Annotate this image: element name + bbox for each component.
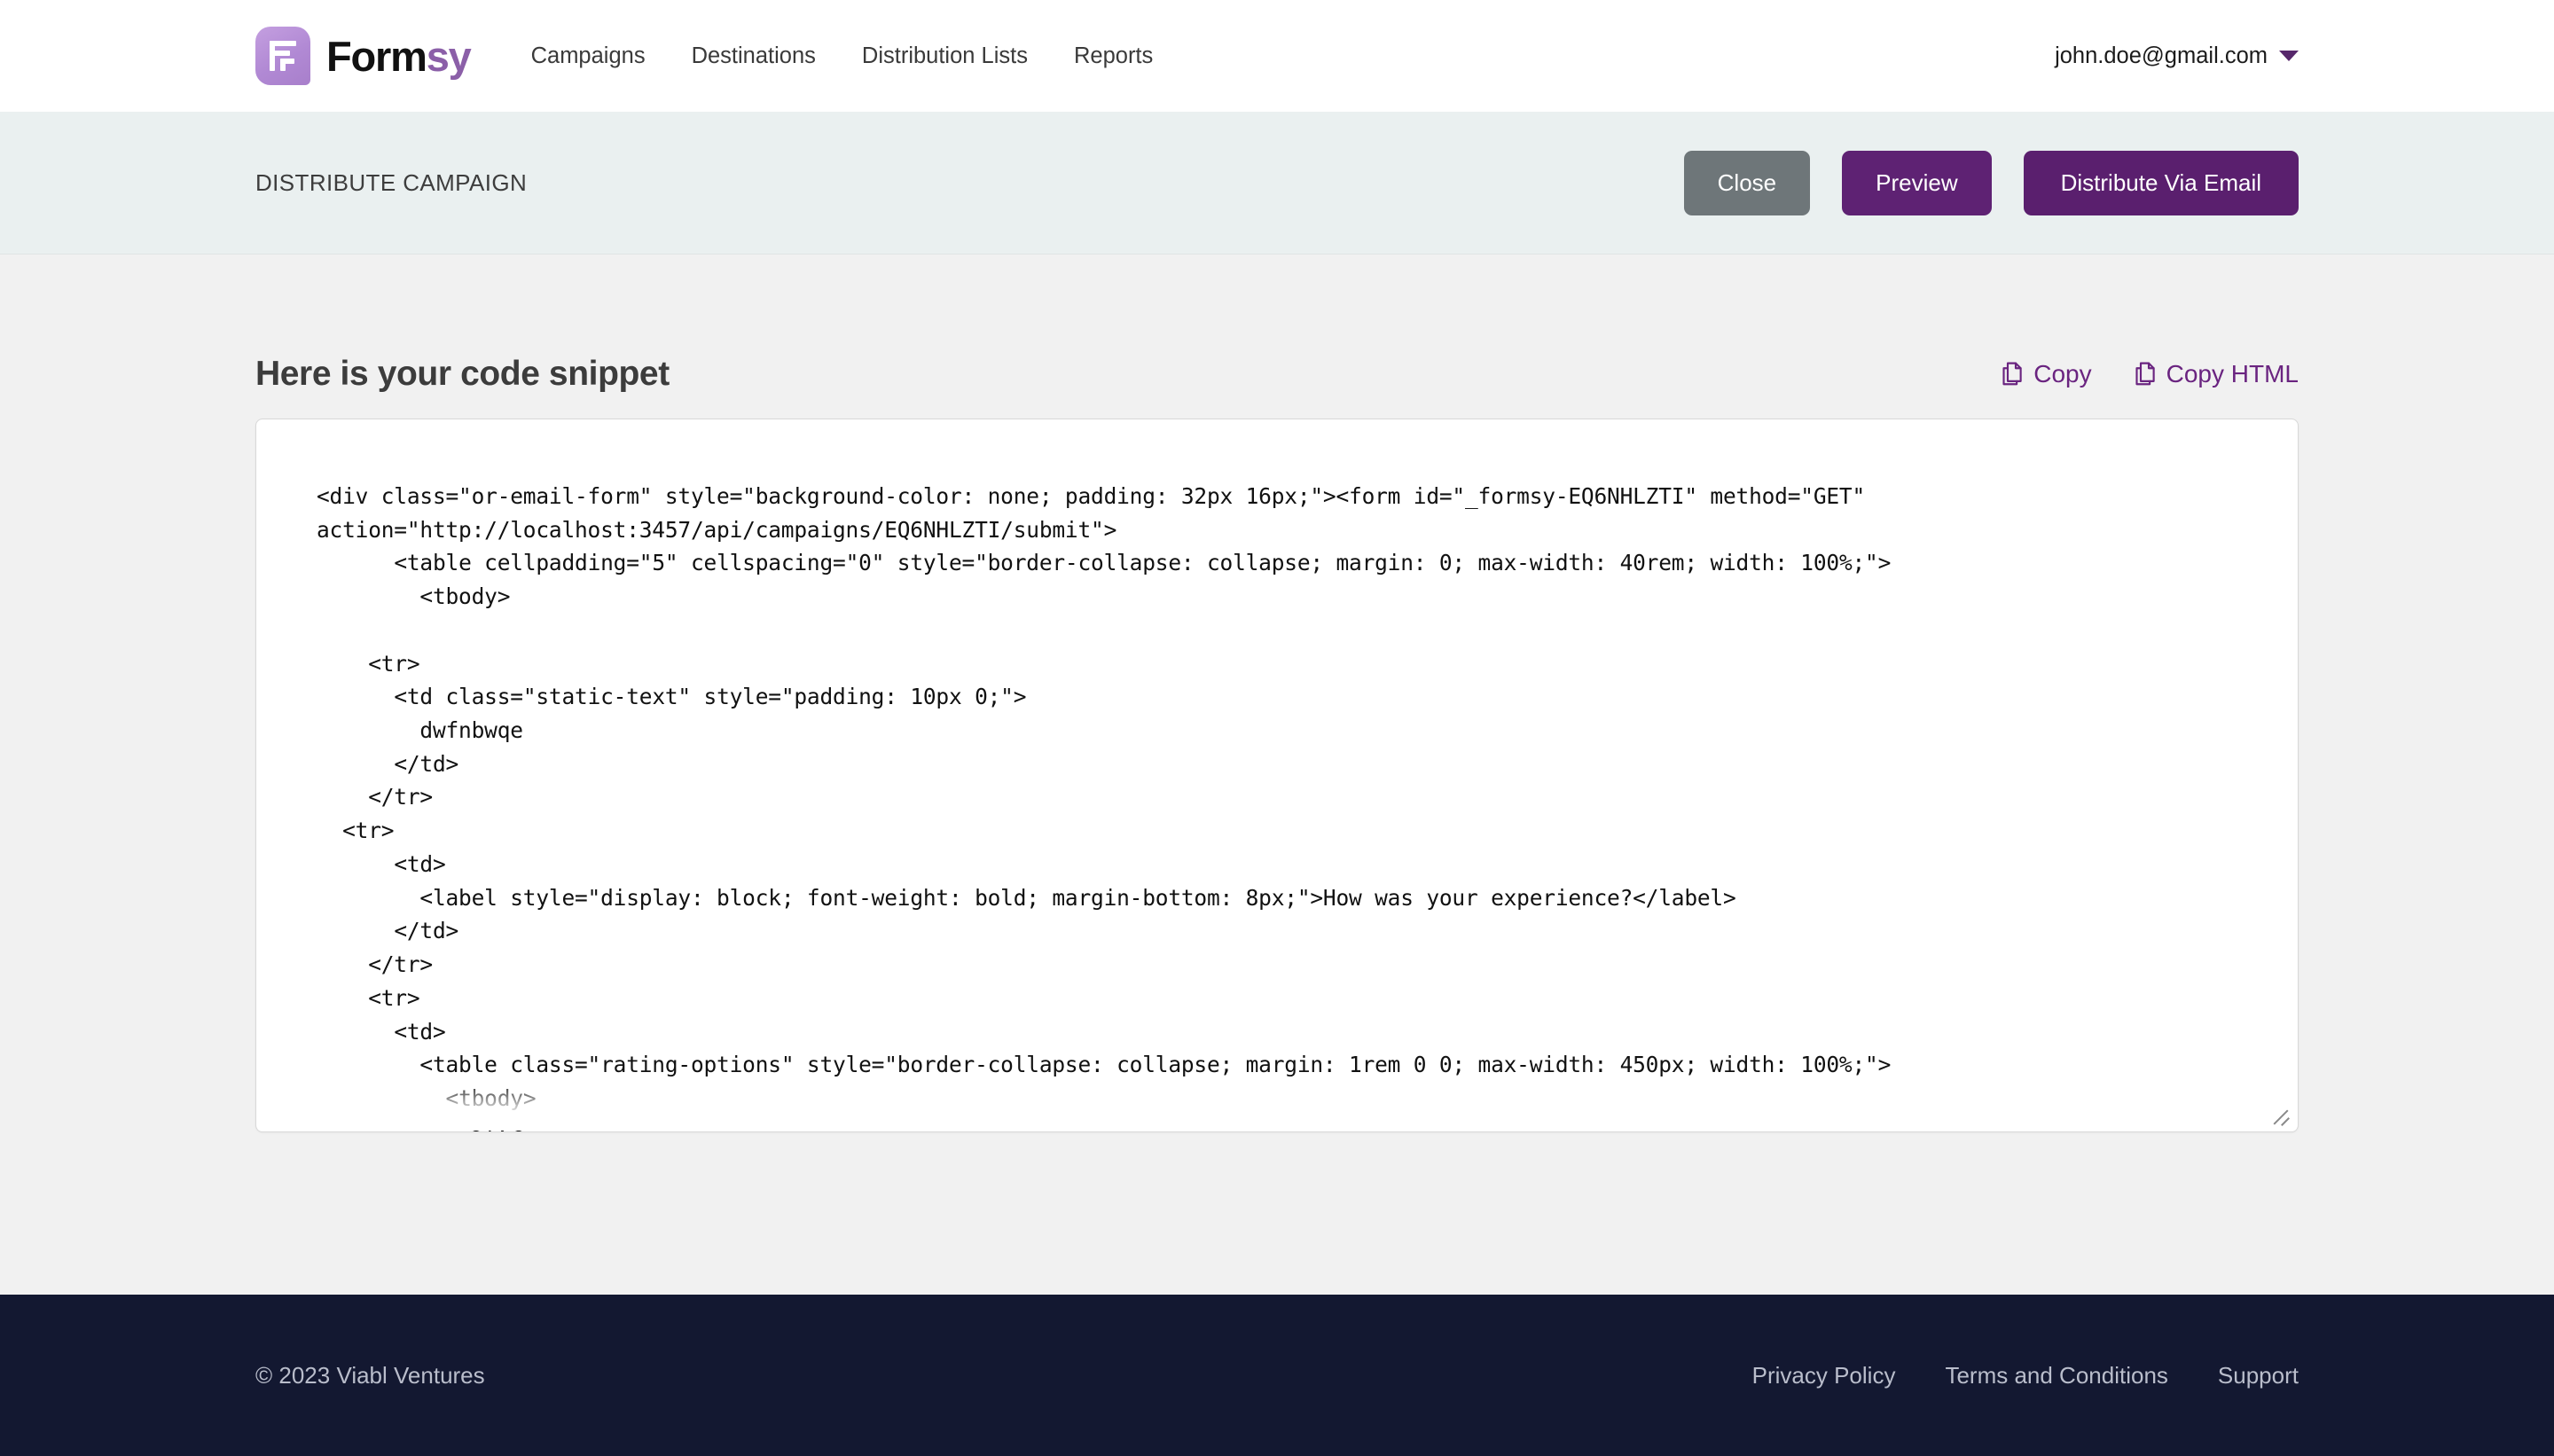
site-header: Formsy Campaigns Destinations Distributi… — [0, 0, 2554, 112]
close-button[interactable]: Close — [1683, 150, 1811, 215]
brand-name-primary: Form — [326, 32, 427, 80]
footer-links: Privacy Policy Terms and Conditions Supp… — [1727, 1355, 2299, 1397]
copy-icon — [2133, 361, 2157, 387]
main-content: Here is your code snippet Copy Copy HTML… — [0, 254, 2554, 1295]
main-navigation: Campaigns Destinations Distribution List… — [508, 35, 1177, 78]
nav-item-destinations[interactable]: Destinations — [669, 35, 839, 78]
copy-html-button[interactable]: Copy HTML — [2133, 360, 2299, 388]
preview-button[interactable]: Preview — [1842, 150, 1992, 215]
textarea-resize-handle[interactable] — [2268, 1102, 2292, 1126]
chevron-down-icon — [2279, 51, 2299, 61]
nav-item-reports[interactable]: Reports — [1051, 35, 1176, 78]
copy-button[interactable]: Copy — [2000, 360, 2092, 388]
brand-name: Formsy — [326, 32, 472, 80]
formsy-logo-icon — [255, 27, 310, 85]
form-document-glyph — [270, 41, 296, 71]
action-button-group: Close Preview Distribute Via Email — [1683, 150, 2299, 215]
copy-html-button-label: Copy HTML — [2166, 360, 2299, 387]
brand-logo[interactable]: Formsy — [255, 27, 472, 85]
copy-button-label: Copy — [2033, 360, 2092, 387]
page-action-bar: DISTRIBUTE CAMPAIGN Close Preview Distri… — [0, 112, 2554, 254]
brand-name-accent: sy — [426, 32, 472, 80]
nav-item-distribution-lists[interactable]: Distribution Lists — [839, 35, 1051, 78]
code-snippet-content[interactable]: <div class="or-email-form" style="backgr… — [256, 419, 2298, 1131]
user-email-label: john.doe@gmail.com — [2055, 43, 2268, 68]
copy-icon — [2000, 361, 2024, 387]
copyright-text: © 2023 Viabl Ventures — [255, 1361, 485, 1389]
snippet-header: Here is your code snippet Copy Copy HTML — [255, 254, 2299, 419]
footer-link-terms-and-conditions[interactable]: Terms and Conditions — [1920, 1355, 2192, 1397]
site-footer: © 2023 Viabl Ventures Privacy Policy Ter… — [0, 1295, 2554, 1456]
footer-link-support[interactable]: Support — [2193, 1355, 2299, 1397]
copy-action-group: Copy Copy HTML — [2000, 360, 2299, 388]
snippet-title: Here is your code snippet — [255, 355, 670, 393]
nav-item-campaigns[interactable]: Campaigns — [508, 35, 669, 78]
user-account-menu[interactable]: john.doe@gmail.com — [2055, 43, 2299, 69]
distribute-via-email-button[interactable]: Distribute Via Email — [2023, 150, 2299, 215]
footer-link-privacy-policy[interactable]: Privacy Policy — [1727, 1355, 1921, 1397]
code-snippet-textarea[interactable]: <div class="or-email-form" style="backgr… — [255, 419, 2299, 1132]
page-title: DISTRIBUTE CAMPAIGN — [255, 168, 528, 196]
